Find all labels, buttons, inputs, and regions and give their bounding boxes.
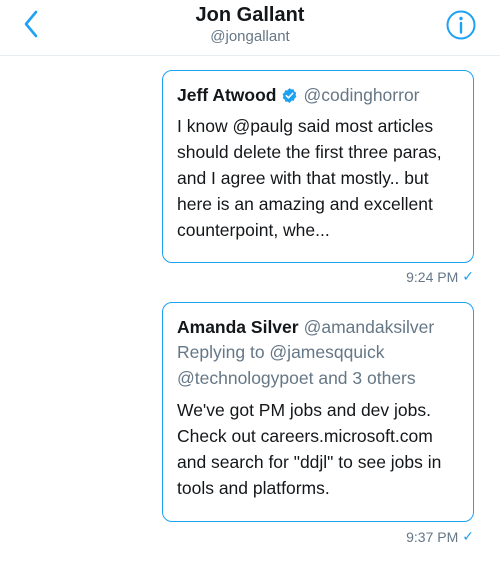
- tweet-author-handle: @codinghorror: [303, 85, 420, 105]
- tweet-body-text: I know @paulg said most articles should …: [177, 116, 442, 240]
- tweet-body-text: We've got PM jobs and dev jobs. Check ou…: [177, 400, 442, 498]
- conversation-title: Jon Gallant: [195, 4, 305, 26]
- conversation-handle: @jongallant: [210, 28, 290, 45]
- tweet-author-line: Amanda Silver @amandaksilver: [177, 315, 459, 339]
- info-button[interactable]: [444, 8, 478, 42]
- tweet-author-name: Jeff Atwood: [177, 85, 277, 105]
- message-timestamp: 9:24 PM ✓: [406, 268, 474, 285]
- verified-badge-icon: [283, 87, 297, 103]
- conversation-header: Jon Gallant @jongallant: [0, 0, 500, 56]
- tweet-author-line: Jeff Atwood @codinghorror: [177, 83, 459, 107]
- back-button[interactable]: [16, 9, 46, 39]
- chevron-left-icon: [24, 10, 38, 38]
- shared-tweet-card[interactable]: Jeff Atwood @codinghorror I know @paulg …: [162, 70, 474, 263]
- info-icon: [446, 10, 476, 40]
- tweet-author-name: Amanda Silver: [177, 317, 299, 337]
- sent-check-icon: ✓: [462, 528, 474, 544]
- sent-check-icon: ✓: [462, 268, 474, 284]
- tweet-author-handle: @amandaksilver: [303, 317, 435, 337]
- replying-to-others-line: @technologypoet and 3 others: [177, 368, 416, 388]
- conversation-title-block: Jon Gallant @jongallant: [100, 3, 400, 47]
- message-time: 9:24 PM: [406, 268, 459, 285]
- message-time: 9:37 PM: [406, 528, 459, 545]
- shared-tweet-card[interactable]: Amanda Silver @amandaksilver Replying to…: [162, 302, 474, 522]
- message-timestamp: 9:37 PM ✓: [406, 528, 474, 545]
- replying-to-line: Replying to @jamesqquick: [177, 342, 385, 362]
